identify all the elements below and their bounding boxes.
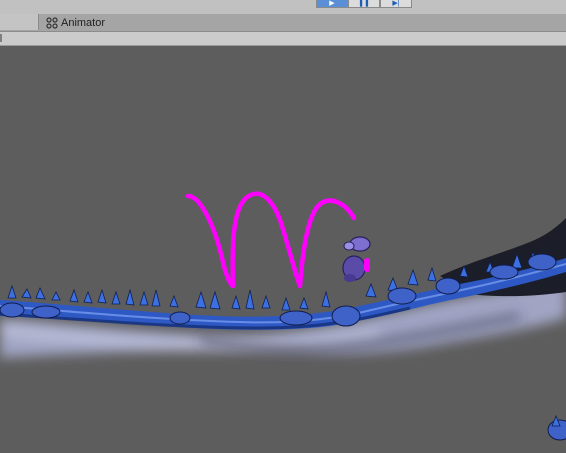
jump-trajectory [185,191,357,289]
pause-button[interactable]: ❚❚ [348,0,380,8]
player-character[interactable] [342,236,371,282]
play-controls: ▶ ❚❚ ▶| [316,0,412,8]
tab-animator[interactable]: Animator [40,14,111,31]
crystal-bottom-right [547,414,566,441]
step-icon: ▶| [392,0,400,7]
play-icon: ▶ [329,0,335,7]
scene-canvas [0,191,566,441]
scene-viewport[interactable] [0,46,566,453]
step-button[interactable]: ▶| [380,0,412,8]
tab-scene[interactable] [0,14,39,30]
animator-icon [46,16,58,29]
toolbar-handle[interactable] [0,34,2,42]
tab-strip: Animator [0,14,566,32]
play-button[interactable]: ▶ [316,0,348,8]
pause-icon: ❚❚ [358,0,370,7]
tab-animator-label: Animator [61,16,106,29]
scene-toolbar [0,32,566,46]
editor-top-bar: ▶ ❚❚ ▶| [0,0,566,14]
